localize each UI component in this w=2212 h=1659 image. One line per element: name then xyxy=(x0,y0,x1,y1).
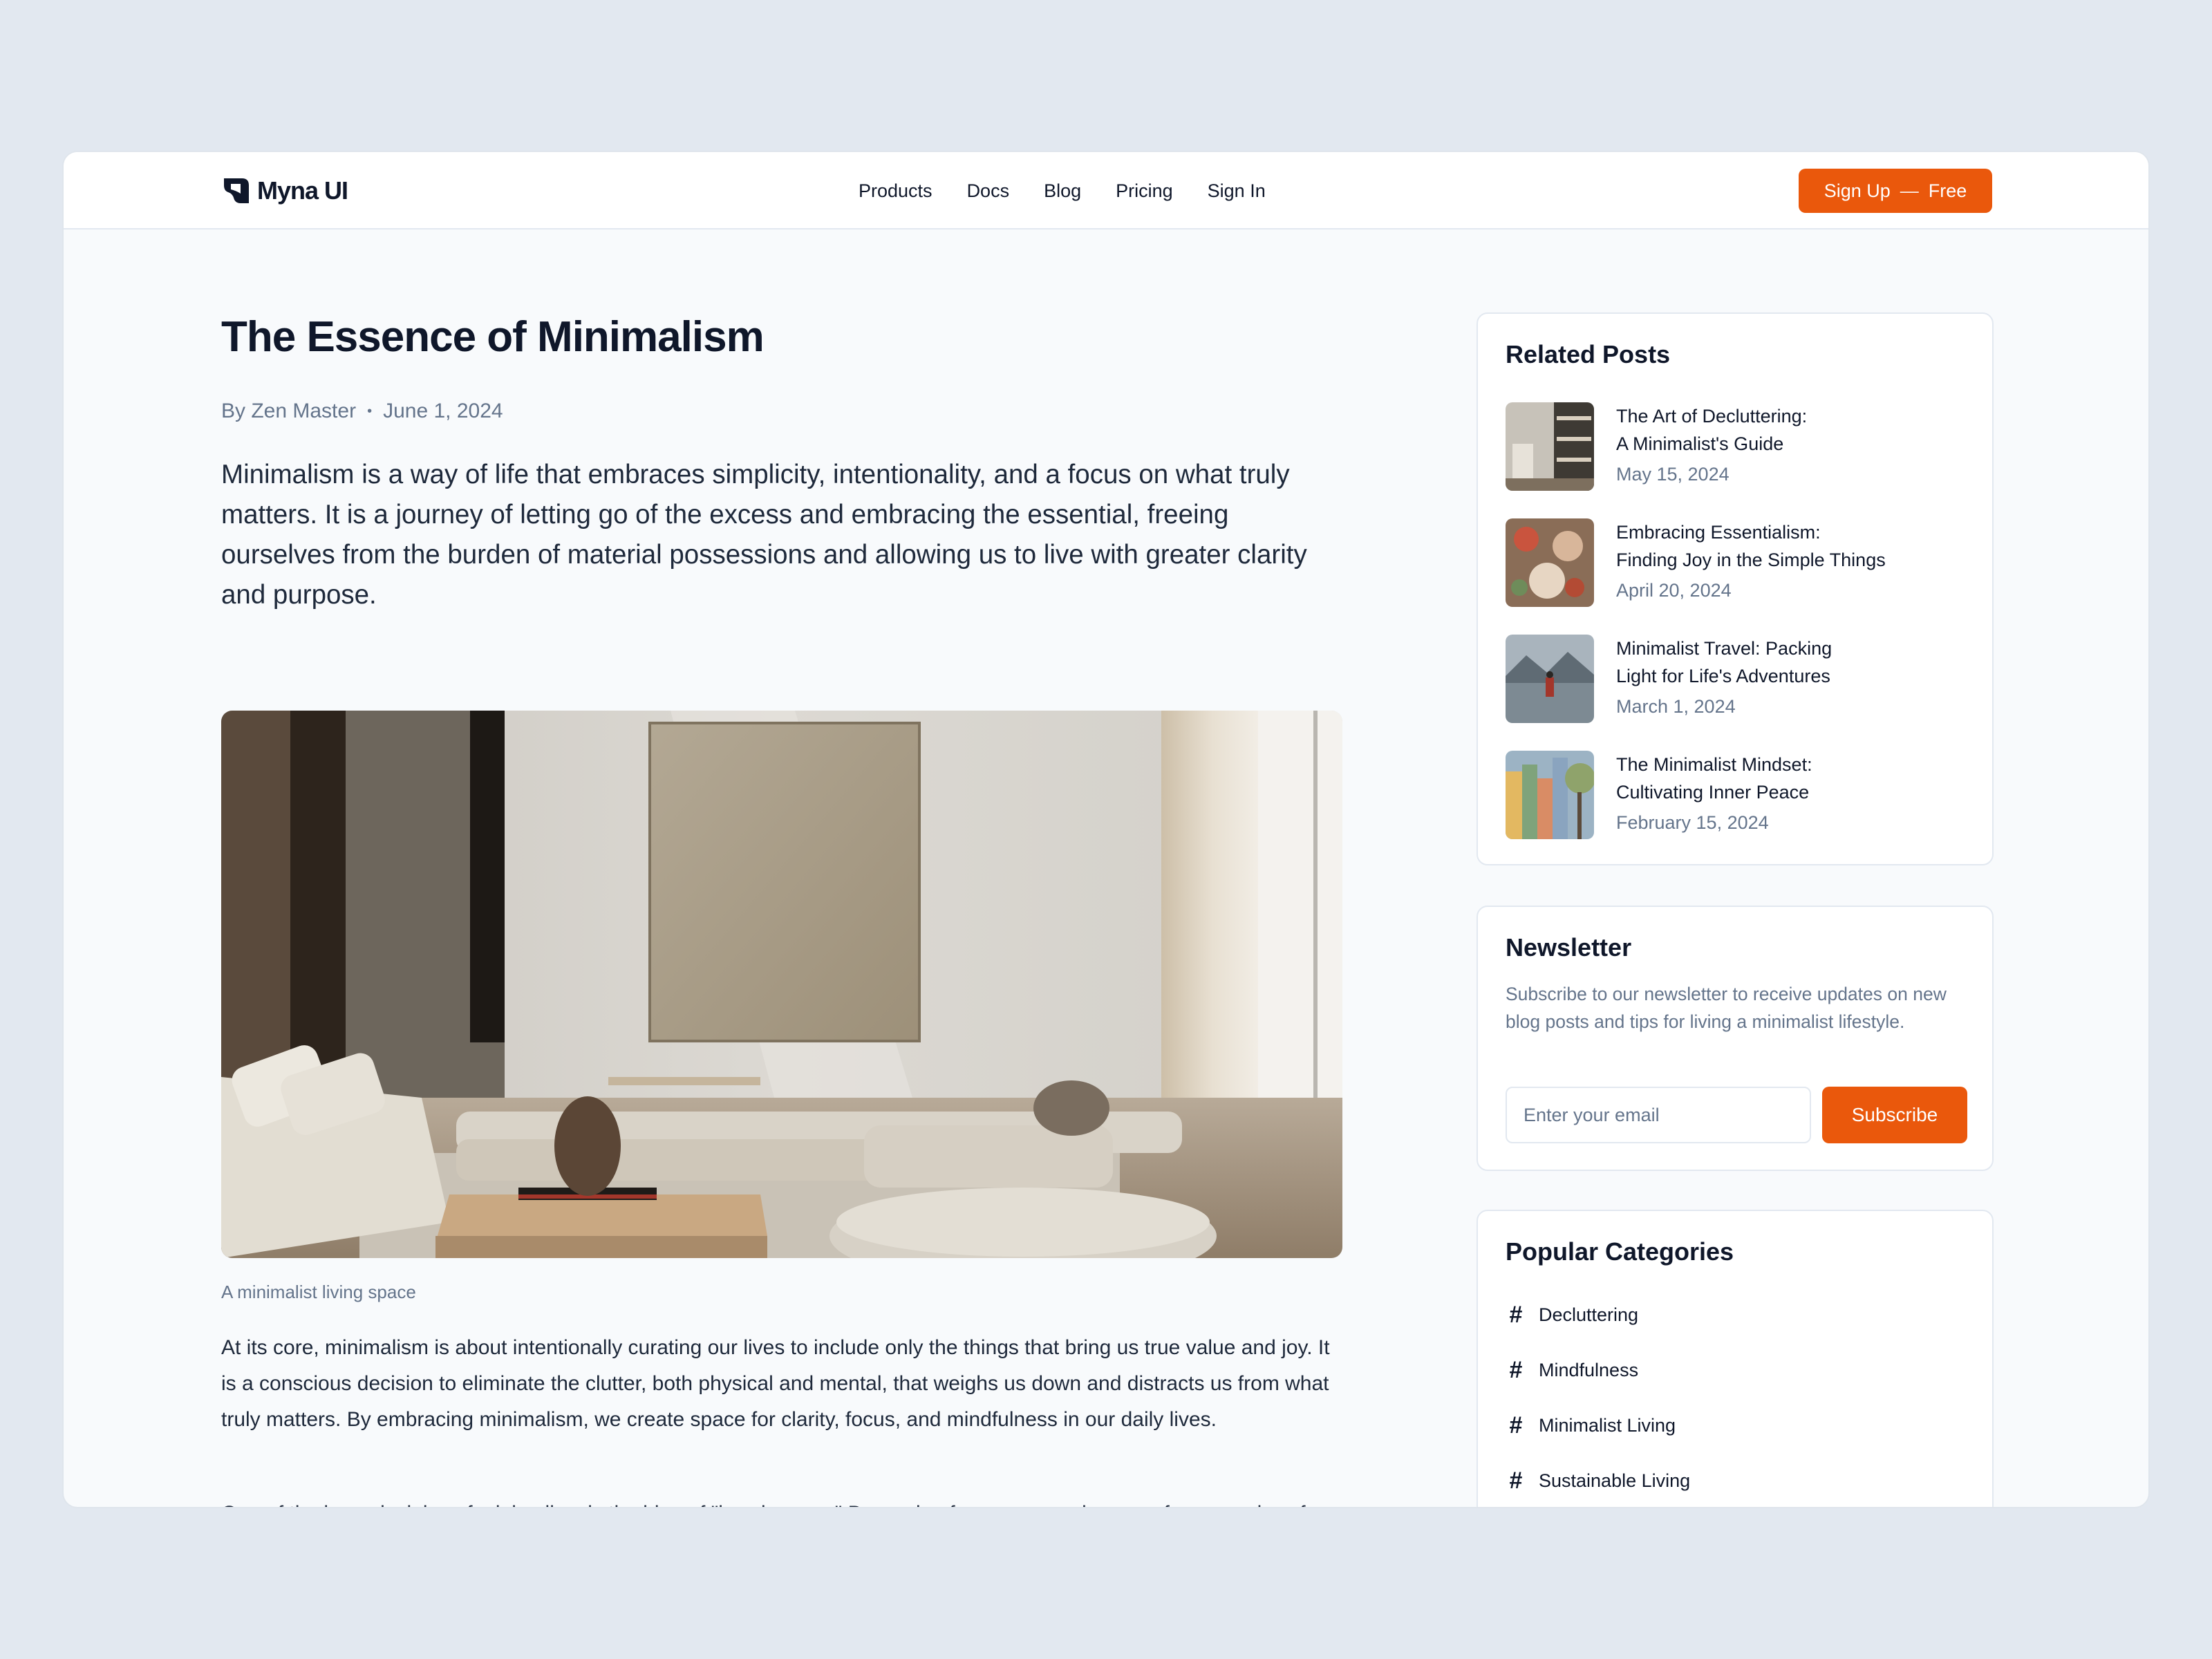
post-title: Embracing Essentialism: Finding Joy in th… xyxy=(1616,522,1886,570)
category-item[interactable]: # Mindfulness xyxy=(1506,1353,1639,1387)
browser-window: Myna UI Products Docs Blog Pricing Sign … xyxy=(62,151,2150,1508)
signup-suffix: Free xyxy=(1928,180,1967,201)
article-meta: By Zen Master • June 1, 2024 xyxy=(221,400,503,423)
category-item[interactable]: # Decluttering xyxy=(1506,1298,1639,1331)
nav-docs[interactable]: Docs xyxy=(967,180,1010,202)
logo[interactable]: Myna UI xyxy=(221,176,348,206)
related-posts-title: Related Posts xyxy=(1506,340,1671,368)
nav-sign-in[interactable]: Sign In xyxy=(1208,180,1266,202)
category-item[interactable]: # Minimalist Living xyxy=(1506,1409,1676,1442)
post-thumbnail xyxy=(1506,635,1594,723)
post-date: April 20, 2024 xyxy=(1616,580,1732,601)
related-post-item[interactable]: The Art of Decluttering: A Minimalist's G… xyxy=(1506,402,1976,492)
related-post-item[interactable]: The Minimalist Mindset: Cultivating Inner… xyxy=(1506,751,1976,841)
post-title: The Art of Decluttering: A Minimalist's G… xyxy=(1616,406,1808,454)
email-field[interactable] xyxy=(1506,1087,1811,1143)
nav-blog[interactable]: Blog xyxy=(1044,180,1081,202)
post-date: March 1, 2024 xyxy=(1616,696,1736,717)
newsletter-description: Subscribe to our newsletter to receive u… xyxy=(1506,984,1947,1032)
related-post-item[interactable]: Minimalist Travel: Packing Light for Life… xyxy=(1506,635,1976,724)
hash-icon: # xyxy=(1509,1301,1523,1328)
hash-icon: # xyxy=(1509,1467,1523,1494)
post-date: February 15, 2024 xyxy=(1616,812,1769,833)
post-title: Minimalist Travel: Packing Light for Life… xyxy=(1616,638,1833,686)
logo-text: Myna UI xyxy=(257,176,348,205)
post-date: May 15, 2024 xyxy=(1616,464,1730,485)
signup-separator: — xyxy=(1900,180,1919,201)
nav-products[interactable]: Products xyxy=(859,180,932,202)
hero-image xyxy=(221,711,1342,1258)
subscribe-button[interactable]: Subscribe xyxy=(1822,1087,1967,1143)
article-author[interactable]: By Zen Master xyxy=(221,400,356,423)
post-title: The Minimalist Mindset: Cultivating Inner… xyxy=(1616,754,1812,803)
image-caption: A minimalist living space xyxy=(221,1282,416,1302)
category-label: Sustainable Living xyxy=(1539,1470,1691,1491)
post-thumbnail xyxy=(1506,402,1594,491)
category-label: Mindfulness xyxy=(1539,1359,1639,1380)
article-paragraph: One of the key principles of minimalism … xyxy=(221,1496,1344,1507)
newsletter-title: Newsletter xyxy=(1506,933,1632,962)
hash-icon: # xyxy=(1509,1356,1523,1383)
article-title: The Essence of Minimalism xyxy=(221,313,765,361)
newsletter-card: Newsletter Subscribe to our newsletter t… xyxy=(1477,906,1994,1171)
article-lead: Minimalism is a way of life that embrace… xyxy=(221,460,1307,610)
signup-label: Sign Up xyxy=(1824,180,1891,201)
category-label: Decluttering xyxy=(1539,1304,1639,1325)
main-nav: Products Docs Blog Pricing Sign In xyxy=(859,152,1266,229)
related-posts-card: Related Posts The Art of Decluttering: A … xyxy=(1477,312,1994,865)
nav-pricing[interactable]: Pricing xyxy=(1116,180,1173,202)
categories-card: Popular Categories # Decluttering # Mind… xyxy=(1477,1210,1994,1507)
top-navbar: Myna UI Products Docs Blog Pricing Sign … xyxy=(64,152,2148,229)
categories-title: Popular Categories xyxy=(1506,1237,1734,1266)
post-thumbnail xyxy=(1506,751,1594,839)
article-date: June 1, 2024 xyxy=(383,400,503,422)
article-paragraph: At its core, minimalism is about intenti… xyxy=(221,1336,1330,1431)
category-item[interactable]: # Sustainable Living xyxy=(1506,1464,1691,1497)
living-room-illustration xyxy=(221,711,1342,1258)
category-label: Minimalist Living xyxy=(1539,1414,1676,1436)
meta-separator: • xyxy=(367,403,373,419)
related-post-item[interactable]: Embracing Essentialism: Finding Joy in th… xyxy=(1506,518,1976,608)
post-thumbnail xyxy=(1506,518,1594,607)
signup-button[interactable]: Sign Up — Free xyxy=(1799,169,1992,213)
hash-icon: # xyxy=(1509,1412,1523,1438)
myna-logo-icon xyxy=(224,178,249,203)
